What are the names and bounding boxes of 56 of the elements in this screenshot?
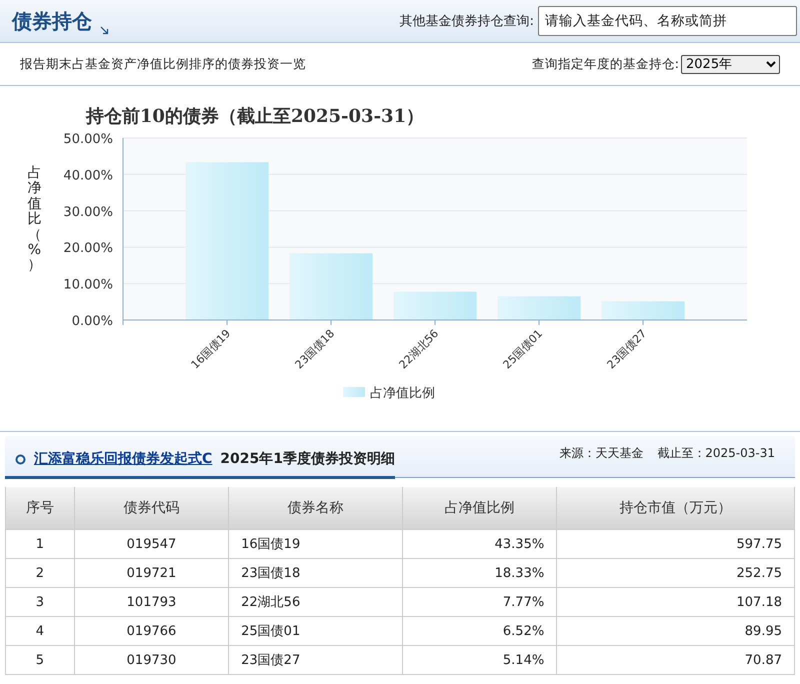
section-title: 2025年1季度债券投资明细 bbox=[220, 450, 395, 468]
table-cell: 43.35% bbox=[402, 530, 557, 558]
table-cell: 89.95 bbox=[556, 616, 794, 646]
column-header: 持仓市值（万元） bbox=[556, 487, 794, 530]
column-header: 债券代码 bbox=[74, 487, 229, 530]
chart-title: 持仓前10的债券（截止至2025-03-31） bbox=[86, 106, 424, 127]
axis-label: 30.00% bbox=[63, 204, 113, 220]
axis-label: 40.00% bbox=[63, 168, 113, 184]
table-cell: 25国债01 bbox=[228, 616, 403, 646]
table-cell: 7.77% bbox=[402, 588, 557, 616]
table-cell: 6.52% bbox=[402, 616, 557, 646]
table-cell: 019721 bbox=[74, 558, 229, 588]
description-text: 报告期末占基金资产净值比例排序的债券投资一览 bbox=[20, 56, 306, 72]
category-label: 16国债19 bbox=[188, 326, 234, 372]
column-header: 债券名称 bbox=[228, 487, 403, 530]
category-label: 23国债18 bbox=[292, 326, 338, 372]
category-label: 23国债27 bbox=[604, 326, 650, 372]
table-cell: 5 bbox=[6, 646, 74, 674]
table-cell: 23国债27 bbox=[228, 646, 403, 674]
table-cell: 16国债19 bbox=[228, 530, 403, 558]
table-cell: 1 bbox=[6, 530, 74, 558]
table-cell: 23国债18 bbox=[228, 558, 403, 588]
arrow-icon[interactable] bbox=[100, 26, 109, 34]
source-text: 来源：天天基金 bbox=[559, 445, 644, 462]
column-header: 序号 bbox=[6, 487, 74, 530]
page-title: 债券持仓 bbox=[12, 8, 92, 34]
search-field[interactable]: 请输入基金代码、名称或简拼 bbox=[538, 6, 797, 36]
table-cell: 5.14% bbox=[402, 646, 557, 674]
table-cell: 3 bbox=[6, 588, 74, 616]
table-cell: 019730 bbox=[74, 646, 229, 674]
axis-title: 占净值比（%） bbox=[26, 166, 42, 274]
axis-label: 10.00% bbox=[63, 278, 113, 293]
axis-label: 50.00% bbox=[63, 132, 113, 147]
table-cell: 107.18 bbox=[556, 588, 794, 616]
category-label: 22湖北56 bbox=[396, 326, 442, 372]
year-label: 查询指定年度的基金持仓: bbox=[532, 56, 679, 72]
year-dropdown[interactable]: 2025年 bbox=[681, 54, 780, 74]
table-cell: 252.75 bbox=[556, 558, 794, 588]
table-cell: 2 bbox=[6, 558, 74, 588]
table-cell: 22湖北56 bbox=[228, 588, 403, 616]
date-text: 截止至：2025-03-31 bbox=[657, 445, 775, 462]
category-label: 25国债01 bbox=[500, 326, 546, 372]
table-cell: 019766 bbox=[74, 616, 229, 646]
table-cell: 18.33% bbox=[402, 558, 557, 588]
table-cell: 019547 bbox=[74, 530, 229, 558]
table-cell: 101793 bbox=[74, 588, 229, 616]
table-cell: 597.75 bbox=[556, 530, 794, 558]
axis-label: 20.00% bbox=[63, 241, 113, 256]
search-label: 其他基金债券持仓查询: bbox=[400, 13, 534, 30]
circle-icon bbox=[15, 454, 26, 464]
table-cell: 4 bbox=[6, 616, 74, 646]
table-cell: 70.87 bbox=[556, 646, 794, 674]
column-header: 占净值比例 bbox=[402, 487, 557, 530]
legend-label: 占净值比例 bbox=[370, 386, 435, 401]
axis-label: 0.00% bbox=[72, 314, 113, 329]
fund-link[interactable]: 汇添富稳乐回报债券发起式C bbox=[34, 450, 212, 468]
